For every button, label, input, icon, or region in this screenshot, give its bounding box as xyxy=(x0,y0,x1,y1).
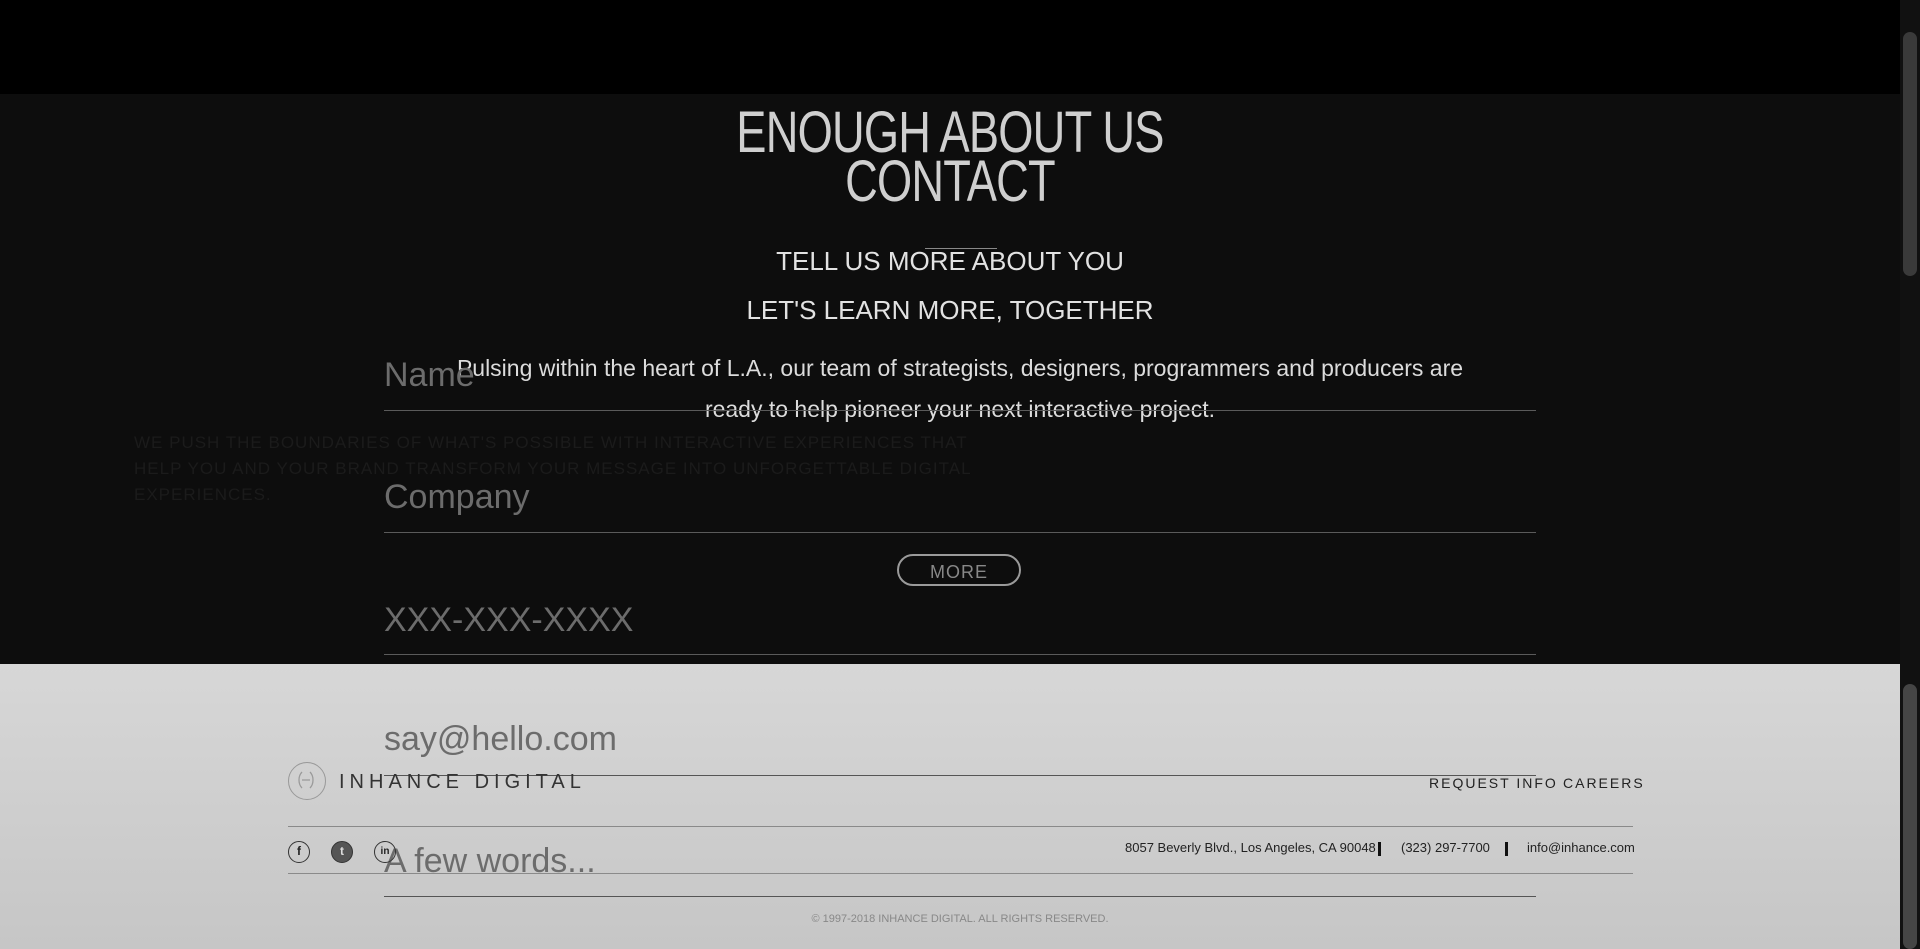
phone-field[interactable] xyxy=(384,606,1536,655)
heading-line-2: CONTACT xyxy=(845,149,1056,214)
facebook-icon[interactable]: f xyxy=(288,841,310,863)
site-footer xyxy=(0,664,1900,949)
email-field[interactable] xyxy=(384,727,1536,776)
more-button[interactable]: MORE xyxy=(897,554,1021,586)
section-subtitle: TELL US MORE ABOUT YOU xyxy=(776,246,1124,276)
copyright-text: © 1997-2018 INHANCE DIGITAL. ALL RIGHTS … xyxy=(811,913,1109,925)
scrollbar-thumb[interactable] xyxy=(1903,32,1917,276)
section-tagline: LET'S LEARN MORE, TOGETHER xyxy=(746,295,1154,325)
request-info-link[interactable]: REQUEST INFO xyxy=(1429,775,1558,791)
top-header-bar xyxy=(0,0,1900,94)
footer-separator xyxy=(1505,842,1508,856)
inhance-logo-icon[interactable] xyxy=(288,762,326,800)
background-text-line-2: HELP YOU AND YOUR BRAND TRANSFORM YOUR M… xyxy=(134,459,972,478)
footer-divider-top xyxy=(288,826,1633,827)
company-field[interactable] xyxy=(384,484,1536,533)
footer-divider-bottom xyxy=(288,873,1633,874)
footer-email[interactable]: info@inhance.com xyxy=(1527,840,1635,855)
footer-phone[interactable]: (323) 297-7700 xyxy=(1401,840,1490,855)
twitter-icon[interactable]: t xyxy=(331,841,353,863)
scrollbar-thumb-lower[interactable] xyxy=(1903,684,1917,949)
linkedin-icon[interactable]: in xyxy=(374,841,396,863)
page-scrollbar[interactable] xyxy=(1900,0,1920,949)
careers-link[interactable]: CAREERS xyxy=(1563,775,1645,791)
background-text-line-1: WE PUSH THE BOUNDARIES OF WHAT'S POSSIBL… xyxy=(134,433,968,452)
brand-name[interactable]: INHANCE DIGITAL xyxy=(339,771,586,794)
name-field[interactable] xyxy=(384,362,1536,411)
background-text-line-3: EXPERIENCES. xyxy=(134,485,272,504)
footer-separator xyxy=(1378,842,1381,856)
footer-address: 8057 Beverly Blvd., Los Angeles, CA 9004… xyxy=(1125,840,1376,855)
